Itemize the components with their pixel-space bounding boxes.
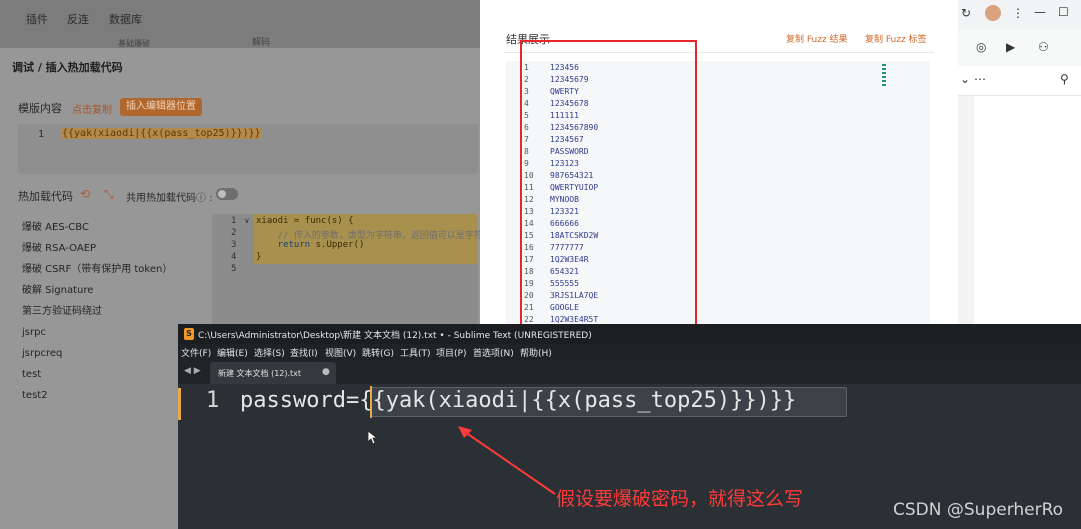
panel-title: 调试 / 插入热加载代码 bbox=[12, 61, 123, 74]
bg-menu-database[interactable]: 数据库 bbox=[109, 11, 142, 27]
expand-icon[interactable]: ⤡ bbox=[104, 187, 114, 202]
tab-file-label: 新建 文本文档 (12).txt bbox=[218, 369, 302, 378]
line-number: 1 bbox=[206, 388, 220, 413]
hot-line-number: 3 bbox=[231, 240, 237, 250]
menu-edit[interactable]: 编辑(E) bbox=[217, 346, 248, 359]
bg-toolbar-decode[interactable]: 解码 bbox=[252, 35, 270, 48]
return-keyword: return bbox=[256, 240, 311, 250]
add-user-icon[interactable]: ⚇ bbox=[1038, 40, 1049, 54]
preset-item[interactable]: 爆破 CSRF（带有保护用 token） bbox=[22, 263, 172, 284]
hot-line-number: 5 bbox=[231, 264, 237, 274]
hot-line-number: 4 bbox=[231, 252, 237, 262]
tab-file[interactable]: 新建 文本文档 (12).txt ● bbox=[210, 362, 336, 384]
preset-item[interactable]: 破解 Signature bbox=[22, 284, 172, 305]
shared-hot-load-label: 共用热加载代码 bbox=[126, 193, 196, 204]
edge-icon[interactable]: ◎ bbox=[976, 40, 986, 54]
preset-item[interactable]: 爆破 RSA-OAEP bbox=[22, 242, 172, 263]
more-horizontal-icon[interactable]: ⋯ bbox=[974, 72, 986, 86]
return-expr: s.Upper() bbox=[310, 240, 365, 250]
browser-titlebar: ↻ ⋮ — ☐ bbox=[958, 0, 1081, 30]
hot-load-label: 热加载代码 bbox=[18, 190, 73, 203]
info-icon: ⓘ : bbox=[196, 193, 213, 204]
minimize-icon[interactable]: — bbox=[1034, 5, 1046, 19]
preset-item[interactable]: 第三方验证码绕过 bbox=[22, 305, 172, 326]
search-icon[interactable]: ⚲ bbox=[1060, 72, 1069, 86]
browser-row: ⌄ ⋯ ⚲ bbox=[958, 66, 1081, 96]
menu-file[interactable]: 文件(F) bbox=[181, 346, 211, 359]
hot-code-line-3: return s.Upper() bbox=[256, 240, 365, 250]
template-line-number: 1 bbox=[38, 129, 45, 140]
highlight-box bbox=[520, 40, 697, 326]
maximize-icon[interactable]: ☐ bbox=[1058, 5, 1069, 19]
sublime-window-title: C:\Users\Administrator\Desktop\新建 文本文档 (… bbox=[198, 331, 592, 341]
copy-fuzz-tag-link[interactable]: 复制 Fuzz 标签 bbox=[865, 32, 927, 45]
sublime-tabbar: ◀ ▶ 新建 文本文档 (12).txt ● bbox=[178, 360, 1081, 384]
preset-list: 爆破 AES-CBC 爆破 RSA-OAEP 爆破 CSRF（带有保护用 tok… bbox=[22, 221, 172, 410]
bg-menu-reverse[interactable]: 反连 bbox=[67, 11, 89, 27]
sublime-titlebar: S C:\Users\Administrator\Desktop\新建 文本文档… bbox=[178, 324, 1081, 344]
func-name: xiaodi bbox=[256, 216, 289, 226]
menu-view[interactable]: 视图(V) bbox=[325, 346, 356, 359]
copy-fuzz-result-link[interactable]: 复制 Fuzz 结果 bbox=[786, 32, 848, 45]
menu-goto[interactable]: 跳转(G) bbox=[362, 346, 394, 359]
refresh-icon[interactable]: ↻ bbox=[961, 6, 971, 20]
annotation-text: 假设要爆破密码，就得这么写 bbox=[556, 488, 804, 510]
menu-tools[interactable]: 工具(T) bbox=[400, 346, 431, 359]
unsaved-dot-icon[interactable]: ● bbox=[322, 367, 330, 377]
browser-sidebar bbox=[958, 96, 974, 325]
preset-item[interactable]: 爆破 AES-CBC bbox=[22, 221, 172, 242]
sublime-logo-icon: S bbox=[184, 328, 194, 340]
chevron-down-icon[interactable]: ⌄ bbox=[960, 72, 970, 86]
preset-item[interactable]: test bbox=[22, 368, 172, 389]
menu-help[interactable]: 帮助(H) bbox=[520, 346, 552, 359]
template-label: 模版内容 bbox=[18, 102, 62, 115]
bg-toolbar: 基础爆破 解码 bbox=[0, 34, 480, 48]
media-icon[interactable]: ▶ bbox=[1006, 40, 1015, 54]
refresh-icon[interactable]: ⟲ bbox=[80, 187, 90, 201]
mouse-pointer-icon bbox=[368, 431, 378, 445]
browser-strip: ↻ ⋮ — ☐ ◎ ▶ ⚇ ⌄ ⋯ ⚲ bbox=[958, 0, 1081, 325]
template-code[interactable]: {{yak(xiaodi|{{x(pass_top25)}})}} bbox=[61, 128, 262, 139]
tab-nav-arrows[interactable]: ◀ ▶ bbox=[184, 366, 201, 376]
menu-project[interactable]: 项目(P) bbox=[436, 346, 466, 359]
browser-toolbar: ◎ ▶ ⚇ bbox=[958, 30, 1081, 90]
sublime-menubar: 文件(F) 编辑(E) 选择(S) 查找(I) 视图(V) 跳转(G) 工具(T… bbox=[178, 344, 1081, 360]
watermark: CSDN @SuperherRo bbox=[893, 500, 1064, 520]
more-icon[interactable]: ⋮ bbox=[1012, 6, 1024, 20]
copy-link[interactable]: 点击复制 bbox=[72, 101, 112, 116]
func-def: = func(s) { bbox=[288, 216, 354, 226]
preset-item[interactable]: test2 bbox=[22, 389, 172, 410]
hot-line-number: 1 bbox=[231, 216, 237, 226]
bg-menu-plugins[interactable]: 插件 bbox=[26, 11, 48, 27]
menu-find[interactable]: 查找(I) bbox=[290, 346, 318, 359]
menu-preferences[interactable]: 首选项(N) bbox=[473, 346, 514, 359]
hot-line-number: 2 bbox=[231, 228, 237, 238]
annotation-arrow-icon bbox=[458, 426, 556, 495]
menu-selection[interactable]: 选择(S) bbox=[254, 346, 285, 359]
insert-editor-button[interactable]: 插入编辑器位置 bbox=[120, 98, 202, 116]
result-scrollbar[interactable] bbox=[882, 64, 886, 86]
shared-toggle[interactable] bbox=[216, 188, 238, 200]
hot-code-line-1: xiaodi = func(s) { bbox=[256, 216, 354, 226]
preset-item[interactable]: jsrpcreq bbox=[22, 347, 172, 368]
editor-code-line[interactable]: password={{yak(xiaodi|{{x(pass_top25)}})… bbox=[240, 388, 796, 413]
avatar[interactable] bbox=[985, 5, 1001, 21]
gutter-marker bbox=[178, 388, 181, 420]
preset-item[interactable]: jsrpc bbox=[22, 326, 172, 347]
hot-code-line-4: } bbox=[256, 252, 262, 262]
fold-chevron-icon[interactable]: ∨ bbox=[244, 216, 250, 225]
